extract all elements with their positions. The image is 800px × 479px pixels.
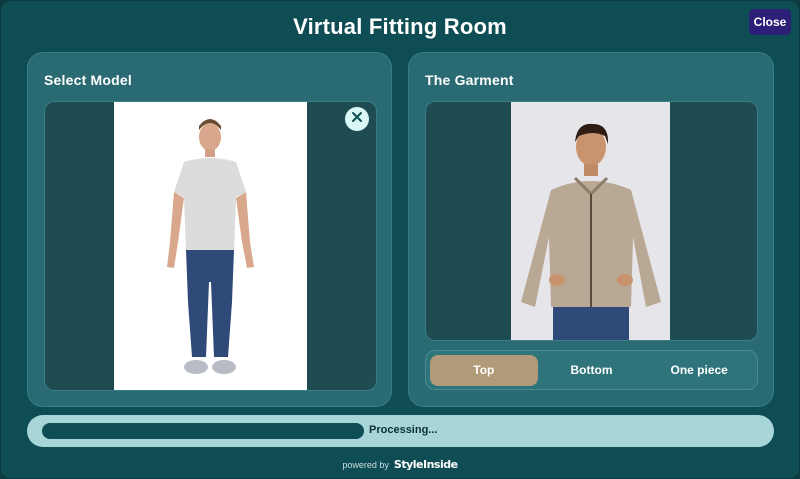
progress-label: Processing... xyxy=(369,424,438,436)
model-image-frame xyxy=(44,101,377,391)
powered-by-text: powered by xyxy=(342,459,389,470)
progress-track: Processing... xyxy=(42,423,758,439)
model-photo xyxy=(114,102,307,390)
footer: powered by StyleInside xyxy=(1,458,799,471)
close-icon xyxy=(351,110,363,128)
option-top[interactable]: Top xyxy=(430,354,538,386)
brand-logo: StyleInside xyxy=(393,458,458,471)
fitting-room-window: Virtual Fitting Room Close Select Model xyxy=(0,0,800,479)
garment-type-selector: Top Bottom One piece xyxy=(425,350,758,390)
progress-bar: Processing... xyxy=(27,415,774,447)
model-panel: Select Model xyxy=(27,52,392,407)
option-one-piece[interactable]: One piece xyxy=(645,355,753,386)
garment-photo xyxy=(511,102,670,340)
model-panel-title: Select Model xyxy=(44,72,132,88)
remove-model-button[interactable] xyxy=(345,107,369,131)
garment-panel-title: The Garment xyxy=(425,72,514,88)
garment-image-frame xyxy=(425,101,758,341)
page-title: Virtual Fitting Room xyxy=(293,14,507,39)
option-bottom[interactable]: Bottom xyxy=(538,355,646,386)
garment-panel: The Garment Top Bottom One piece xyxy=(408,52,774,407)
close-button[interactable]: Close xyxy=(749,9,791,35)
progress-fill xyxy=(42,423,364,439)
